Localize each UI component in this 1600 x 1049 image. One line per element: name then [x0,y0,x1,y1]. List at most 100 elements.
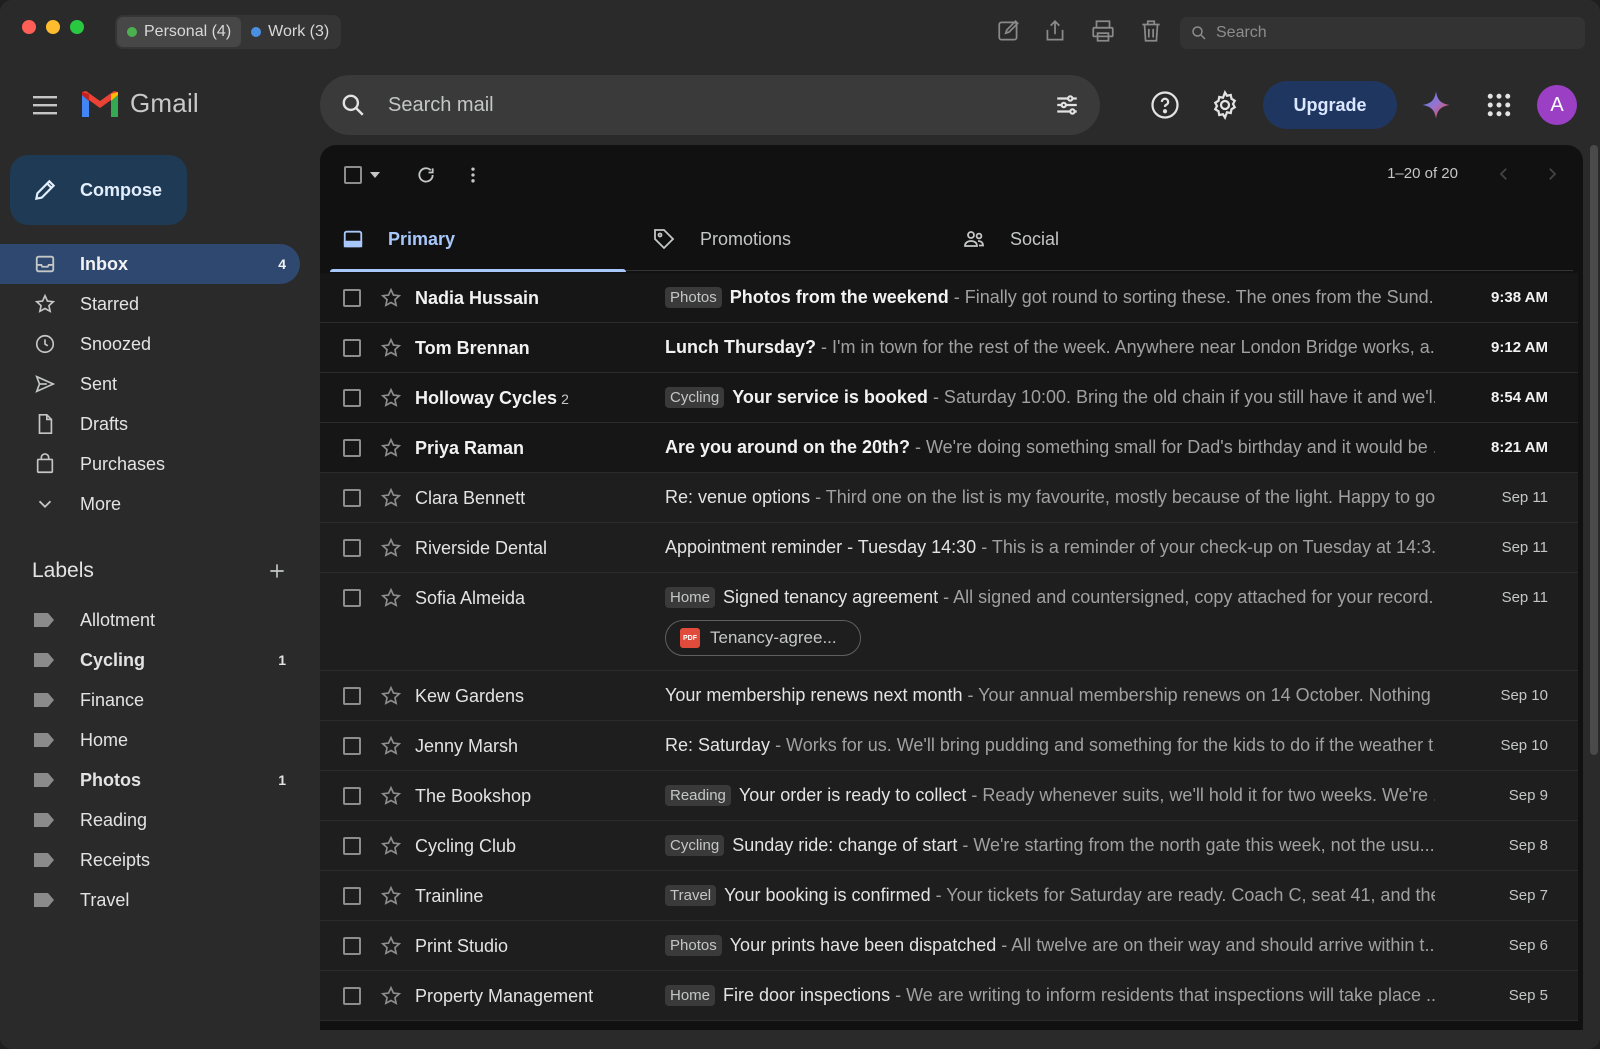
email-row[interactable]: Priya Raman Are you around on the 20th? -… [320,423,1578,473]
tab-social[interactable]: Social [950,207,1246,271]
label-chip[interactable]: Photos [665,935,722,956]
label-item-cycling[interactable]: Cycling 1 [0,640,300,680]
label-item-receipts[interactable]: Receipts [0,840,300,880]
search-options-icon[interactable] [1054,92,1080,118]
tab-promotions[interactable]: Promotions [640,207,936,271]
label-item-travel[interactable]: Travel [0,880,300,920]
star-icon[interactable] [380,287,402,309]
email-row[interactable]: Riverside Dental Appointment reminder - T… [320,523,1578,573]
email-row[interactable]: Jenny Marsh Re: Saturday - Works for us. … [320,721,1578,771]
star-icon[interactable] [380,387,402,409]
star-icon[interactable] [380,985,402,1007]
email-checkbox[interactable] [343,589,361,607]
gmail-logo[interactable]: Gmail [80,88,199,119]
email-row[interactable]: Trainline Travel Your booking is confirmed… [320,871,1578,921]
prev-page-icon[interactable] [1495,165,1513,183]
email-checkbox[interactable] [343,887,361,905]
next-page-icon[interactable] [1543,165,1561,183]
help-icon[interactable] [1150,90,1180,120]
email-row[interactable]: Holloway Cycles 2 Cycling Your service is b… [320,373,1578,423]
share-icon[interactable] [1042,18,1068,44]
scrollbar[interactable] [1588,145,1600,765]
sidebar-item-snoozed[interactable]: Snoozed [0,324,300,364]
star-icon[interactable] [380,587,402,609]
sidebar-item-more[interactable]: More [0,484,300,524]
label-chip[interactable]: Travel [665,885,717,906]
search-mail-bar[interactable] [320,75,1100,135]
email-checkbox[interactable] [343,389,361,407]
email-checkbox[interactable] [343,787,361,805]
account-avatar[interactable]: A [1537,85,1577,125]
search-mail-input[interactable] [388,93,1054,117]
label-chip[interactable]: Home [665,587,716,608]
gemini-sparkle-icon[interactable] [1421,90,1451,120]
label-chip[interactable]: Photos [665,287,722,308]
email-row[interactable]: Cycling Club Cycling Sunday ride: change o… [320,821,1578,871]
select-all-checkbox[interactable] [344,166,362,184]
label-item-reading[interactable]: Reading [0,800,300,840]
sidebar-item-drafts[interactable]: Drafts [0,404,300,444]
profile-tab-personal[interactable]: Personal (4) [117,17,242,47]
email-checkbox[interactable] [343,489,361,507]
print-icon[interactable] [1090,18,1116,44]
star-icon[interactable] [380,487,402,509]
star-icon[interactable] [380,537,402,559]
attachment-chip[interactable]: PDF Tenancy-agree... [665,620,861,656]
compose-button[interactable]: Compose [10,155,187,225]
email-checkbox[interactable] [343,339,361,357]
label-item-finance[interactable]: Finance [0,680,300,720]
label-chip[interactable]: Reading [665,785,731,806]
apps-grid-icon[interactable] [1484,90,1514,120]
label-item-photos[interactable]: Photos 1 [0,760,300,800]
close-window-button[interactable] [22,20,36,34]
star-icon[interactable] [380,785,402,807]
label-chip[interactable]: Home [665,985,716,1006]
zoom-window-button[interactable] [70,20,84,34]
select-dropdown-icon[interactable] [369,170,381,180]
settings-gear-icon[interactable] [1210,90,1240,120]
email-row[interactable]: Sofia Almeida Home Signed tenancy agreemen… [320,573,1578,671]
star-icon[interactable] [380,835,402,857]
sidebar-item-purchases[interactable]: Purchases [0,444,300,484]
add-label-icon[interactable] [267,561,287,581]
star-icon[interactable] [380,935,402,957]
tab-primary[interactable]: Primary [330,207,626,272]
label-item-home[interactable]: Home [0,720,300,760]
email-row[interactable]: Nadia Hussain Photos Photos from the weeke… [320,273,1578,323]
sidebar-item-starred[interactable]: Starred [0,284,300,324]
refresh-icon[interactable] [416,165,436,185]
star-icon[interactable] [380,685,402,707]
email-row[interactable]: Kew Gardens Your membership renews next m… [320,671,1578,721]
window-search-field[interactable]: Search [1180,17,1585,49]
hamburger-menu-icon[interactable] [32,94,58,116]
email-row[interactable]: Tom Brennan Lunch Thursday? - I'm in town… [320,323,1578,373]
search-icon[interactable] [340,92,366,118]
scrollbar-thumb[interactable] [1590,145,1598,755]
email-checkbox[interactable] [343,837,361,855]
email-row[interactable]: The Bookshop Reading Your order is ready t… [320,771,1578,821]
email-row[interactable]: Property Management Home Fire door inspect… [320,971,1578,1021]
compose-icon[interactable] [996,18,1022,44]
email-checkbox[interactable] [343,687,361,705]
email-checkbox[interactable] [343,439,361,457]
sidebar-item-sent[interactable]: Sent [0,364,300,404]
star-icon[interactable] [380,735,402,757]
email-checkbox[interactable] [343,289,361,307]
email-checkbox[interactable] [343,987,361,1005]
more-vert-icon[interactable] [463,165,483,185]
star-icon[interactable] [380,337,402,359]
label-item-allotment[interactable]: Allotment [0,600,300,640]
trash-icon[interactable] [1138,18,1164,44]
star-icon[interactable] [380,885,402,907]
profile-tab-work[interactable]: Work (3) [241,17,339,47]
email-row[interactable]: Clara Bennett Re: venue options - Third o… [320,473,1578,523]
upgrade-button[interactable]: Upgrade [1263,81,1397,129]
email-checkbox[interactable] [343,539,361,557]
label-chip[interactable]: Cycling [665,387,725,408]
label-chip[interactable]: Cycling [665,835,725,856]
minimize-window-button[interactable] [46,20,60,34]
email-checkbox[interactable] [343,737,361,755]
email-checkbox[interactable] [343,937,361,955]
sidebar-item-inbox[interactable]: Inbox 4 [0,244,300,284]
star-icon[interactable] [380,437,402,459]
